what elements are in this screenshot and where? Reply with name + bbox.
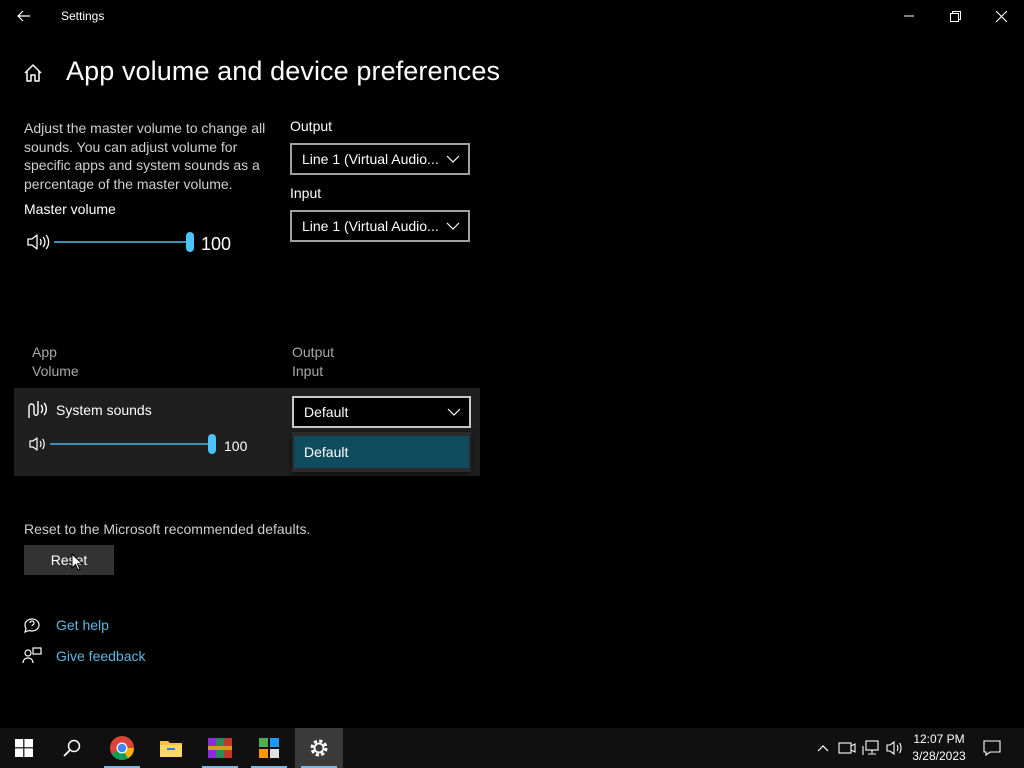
master-volume-value: 100	[201, 234, 232, 254]
speaker-icon[interactable]	[26, 232, 50, 252]
mouse-cursor-icon	[71, 553, 83, 571]
taskbar-winrar[interactable]	[196, 728, 244, 768]
clock-time: 12:07 PM	[913, 732, 965, 746]
clock-date: 3/28/2023	[912, 749, 966, 763]
search-icon	[63, 739, 81, 757]
help-chat-icon	[24, 618, 40, 634]
app-output-dropdown[interactable]: Default	[292, 396, 471, 428]
input-device-value: Line 1 (Virtual Audio...	[302, 218, 439, 234]
dropdown-list: Default	[292, 432, 471, 472]
network-share-icon	[838, 742, 856, 754]
page-title: App volume and device preferences	[66, 56, 501, 86]
slider-track	[50, 443, 212, 445]
chevron-up-icon	[817, 745, 829, 752]
start-icon	[15, 739, 33, 757]
title-bar: Settings	[0, 0, 1024, 32]
give-feedback-link[interactable]: Give feedback	[22, 646, 146, 666]
chevron-down-icon	[447, 408, 461, 416]
clock[interactable]: 12:07 PM 3/28/2023	[906, 731, 972, 765]
restore-button[interactable]	[932, 0, 978, 32]
app-name: System sounds	[56, 402, 152, 418]
show-hidden-icons-button[interactable]	[813, 738, 833, 758]
dropdown-option-default[interactable]: Default	[294, 436, 469, 468]
get-help-link[interactable]: Get help	[22, 615, 109, 635]
tray-network[interactable]	[861, 738, 881, 758]
master-description: Adjust the master volume to change all s…	[24, 120, 266, 192]
tray-volume[interactable]	[885, 738, 905, 758]
tray-meet-now[interactable]	[837, 738, 857, 758]
app-volume-value: 100	[224, 438, 248, 454]
back-arrow-icon	[17, 10, 30, 22]
column-app: App	[32, 344, 57, 360]
taskbar-settings[interactable]	[295, 728, 343, 768]
chrome-icon	[110, 736, 134, 761]
slider-track	[54, 241, 190, 243]
back-button[interactable]	[8, 4, 40, 28]
input-device-dropdown[interactable]: Line 1 (Virtual Audio...	[290, 210, 470, 242]
file-explorer-icon	[160, 741, 182, 757]
master-volume-slider[interactable]	[54, 232, 194, 252]
reset-button[interactable]: Reset	[24, 545, 114, 575]
network-icon	[862, 740, 879, 755]
app-output-selected: Default	[304, 404, 349, 420]
output-device-value: Line 1 (Virtual Audio...	[302, 151, 439, 167]
column-header-output-input: Output Input	[292, 343, 334, 381]
output-label: Output	[290, 118, 333, 134]
app-icon	[259, 738, 279, 758]
chevron-down-icon	[446, 155, 460, 163]
notification-icon	[983, 740, 1001, 756]
column-input: Input	[292, 363, 324, 379]
window-title: Settings	[61, 9, 105, 23]
master-volume-label: Master volume	[24, 201, 116, 217]
close-button[interactable]	[978, 0, 1024, 32]
taskbar-chrome[interactable]	[98, 728, 146, 768]
column-output: Output	[292, 344, 335, 360]
taskbar: 12:07 PM 3/28/2023	[0, 728, 1024, 768]
search-button[interactable]	[48, 728, 96, 768]
give-feedback-text[interactable]: Give feedback	[56, 648, 146, 664]
speaker-icon[interactable]	[28, 435, 48, 453]
restore-icon	[949, 10, 961, 22]
feedback-icon	[22, 647, 42, 664]
chevron-down-icon	[446, 222, 460, 230]
app-volume-slider[interactable]	[50, 434, 216, 454]
close-icon	[995, 10, 1007, 22]
reset-description: Reset to the Microsoft recommended defau…	[24, 521, 311, 537]
taskbar-app[interactable]	[245, 728, 293, 768]
minimize-icon	[904, 15, 914, 17]
action-center-button[interactable]	[982, 738, 1002, 758]
volume-icon	[886, 740, 902, 756]
settings-icon	[310, 739, 328, 757]
column-volume: Volume	[32, 363, 79, 379]
output-device-dropdown[interactable]: Line 1 (Virtual Audio...	[290, 143, 470, 175]
system-sounds-icon	[26, 398, 48, 420]
input-label: Input	[290, 185, 322, 201]
winrar-icon	[208, 738, 232, 758]
column-header-app-volume: App Volume	[32, 343, 79, 381]
slider-thumb[interactable]	[186, 232, 194, 252]
slider-thumb[interactable]	[208, 434, 216, 454]
start-button[interactable]	[0, 728, 48, 768]
home-icon[interactable]	[22, 62, 46, 86]
taskbar-file-explorer[interactable]	[147, 728, 195, 768]
minimize-button[interactable]	[886, 0, 932, 32]
get-help-text[interactable]: Get help	[56, 617, 109, 633]
